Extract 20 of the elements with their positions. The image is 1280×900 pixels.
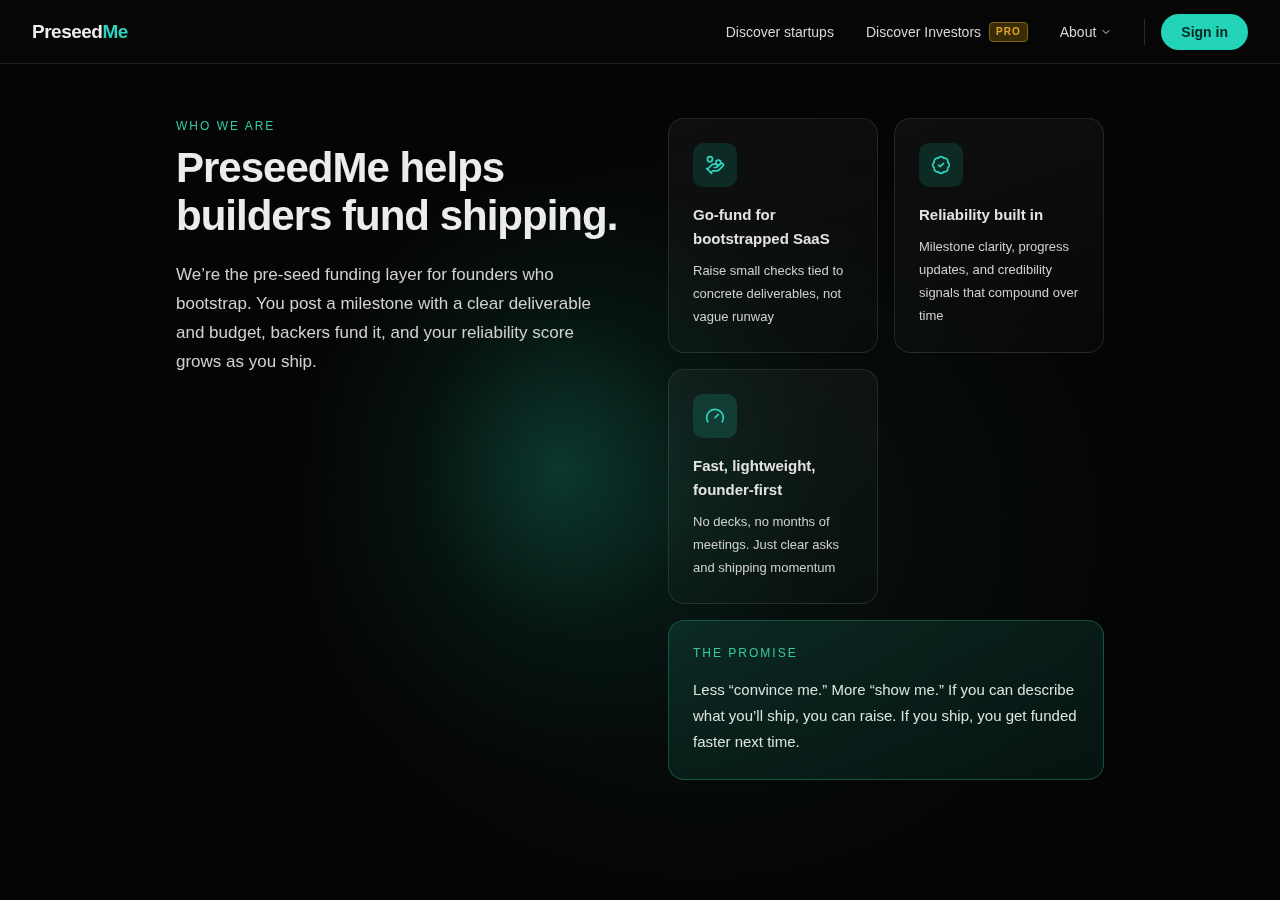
feature-description: No decks, no months of meetings. Just clear asks and shipping momentum [693,513,840,577]
section-eyebrow: WHO WE ARE [176,118,277,134]
logo[interactable]: PreseedMe [32,20,128,43]
nav-link[interactable]: Discover Investors PRO [865,21,1028,42]
promise-text: Less “convince me.” More “show me.” If you can describe what you’ll ship, you can raise. If you ship, you get funded faster next time. [693,680,1078,752]
feature-description: Raise small checks tied to concrete deliverables, not vague runway [693,262,845,326]
nav-dropdown[interactable]: About [1059,23,1113,40]
intro-paragraph: We’re the pre-seed funding layer for founders who bootstrap. You post a milestone with a clear deliverable and budget, backers fund it, and your reliability score grows as you ship. [176,264,592,373]
promise-eyebrow: THE PROMISE [693,645,799,661]
feature-description: Milestone clarity, progress updates, and credibility signals that compound over time [919,238,1079,325]
gauge-icon [693,394,737,438]
sign-in-button[interactable]: Sign in [1161,13,1248,50]
page-heading: PreseedMe helps builders fund shipping. [176,144,619,240]
nav-link[interactable]: Discover startups [725,23,834,40]
feature-title: Reliability built in [919,205,1045,225]
feature-title: Fast, lightweight, founder-first [693,456,817,500]
pro-badge: PRO [989,21,1028,42]
hand-coins-icon [693,143,737,187]
badge-check-icon [919,143,963,187]
feature-title: Go-fund for bootstrapped SaaS [693,205,831,249]
